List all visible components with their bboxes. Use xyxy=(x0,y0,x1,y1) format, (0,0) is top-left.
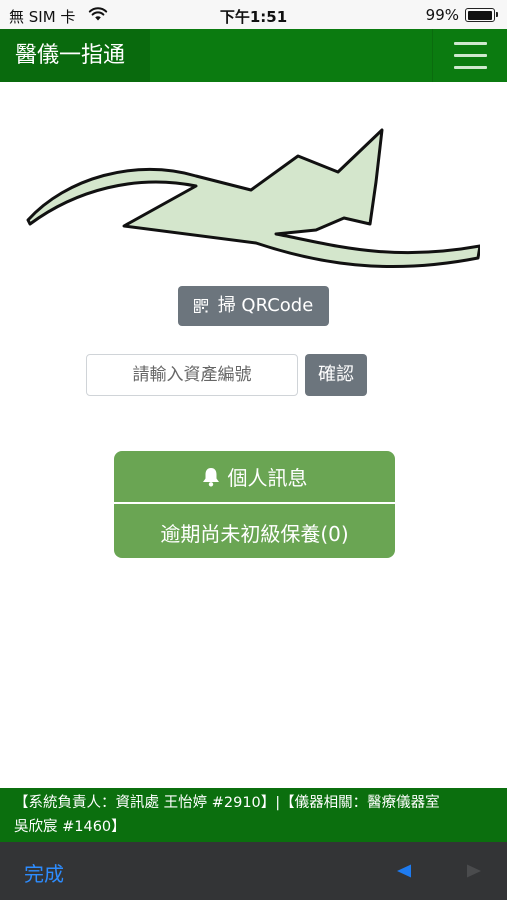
status-bar: 無 SIM 卡 下午1:51 99% xyxy=(0,0,507,29)
battery-icon xyxy=(465,8,498,22)
scan-qrcode-button[interactable]: 掃 QRCode xyxy=(178,286,329,326)
scan-button-label: 掃 QRCode xyxy=(217,295,314,316)
message-panel: 個人訊息 逾期尚未初級保養(0) xyxy=(114,451,395,558)
triangle-left-icon[interactable] xyxy=(396,863,412,879)
keyboard-toolbar: 完成 xyxy=(0,842,507,900)
done-button[interactable]: 完成 xyxy=(24,858,64,887)
asset-number-input[interactable] xyxy=(86,354,298,396)
personal-messages-label: 個人訊息 xyxy=(227,466,308,490)
contact-line-2: 吳欣宸 #1460】 xyxy=(14,819,126,835)
overdue-maintenance-label: 逾期尚未初級保養(0) xyxy=(160,521,349,546)
battery-percent: 99% xyxy=(425,6,459,24)
swoosh-logo xyxy=(26,128,480,269)
overdue-maintenance-item[interactable]: 逾期尚未初級保養(0) xyxy=(114,506,395,558)
bell-icon xyxy=(202,467,219,486)
personal-messages-button[interactable]: 個人訊息 xyxy=(114,451,395,504)
contact-footer: 【系統負責人：資訊處 王怡婷 #2910】|【儀器相關：醫療儀器室 吳欣宸 #1… xyxy=(0,788,507,842)
navbar: 醫儀一指通 xyxy=(0,29,507,82)
confirm-button[interactable]: 確認 xyxy=(305,354,367,396)
triangle-right-icon[interactable] xyxy=(466,863,482,879)
contact-line-1: 【系統負責人：資訊處 王怡婷 #2910】|【儀器相關：醫療儀器室 xyxy=(14,795,440,811)
qrcode-icon xyxy=(193,299,208,313)
app-title[interactable]: 醫儀一指通 xyxy=(0,29,150,82)
swoosh-shape xyxy=(26,128,480,269)
hamburger-menu-icon[interactable] xyxy=(432,29,507,82)
